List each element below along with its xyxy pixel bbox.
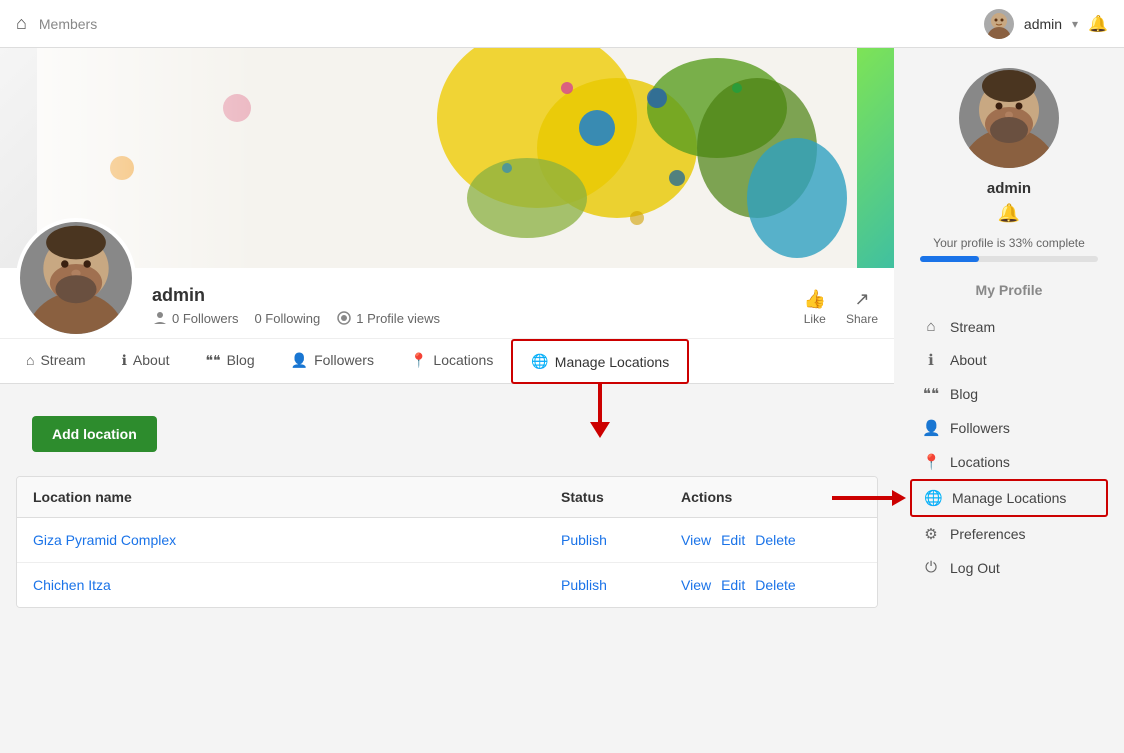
tab-about[interactable]: ℹ About bbox=[104, 339, 188, 383]
main-layout: admin 0 Followers 0 Following 1 Profile … bbox=[0, 48, 1124, 608]
members-breadcrumb: Members bbox=[39, 16, 97, 32]
cover-banner bbox=[0, 48, 894, 268]
manage-locations-tab-icon: 🌐 bbox=[531, 353, 548, 370]
view-link-2[interactable]: View bbox=[681, 577, 711, 593]
followers-nav-icon: 👤 bbox=[922, 419, 940, 437]
nav-right: admin ▾ 🔔 bbox=[984, 9, 1108, 39]
blog-nav-icon: ❝❝ bbox=[922, 385, 940, 403]
stream-nav-icon: ⌂ bbox=[922, 318, 940, 335]
like-icon: 👍 bbox=[804, 289, 826, 310]
table-header: Location name Status Actions bbox=[17, 477, 877, 518]
sidebar-item-followers[interactable]: 👤 Followers bbox=[910, 411, 1108, 445]
logout-nav-icon: ⏻ bbox=[922, 559, 940, 576]
sidebar-avatar bbox=[959, 68, 1059, 168]
tab-blog[interactable]: ❝❝ Blog bbox=[188, 339, 273, 383]
sidebar-item-about[interactable]: ℹ About bbox=[910, 343, 1108, 377]
locations-nav-icon: 📍 bbox=[922, 453, 940, 471]
followers-tab-icon: 👤 bbox=[291, 352, 308, 369]
col-status: Status bbox=[561, 489, 681, 505]
about-tab-icon: ℹ bbox=[122, 352, 127, 369]
profile-name: admin bbox=[152, 285, 772, 306]
about-nav-icon: ℹ bbox=[922, 351, 940, 369]
profile-avatar bbox=[16, 218, 136, 338]
row-actions-2: View Edit Delete bbox=[681, 577, 861, 593]
chevron-down-icon[interactable]: ▾ bbox=[1072, 17, 1078, 31]
sidebar-item-stream[interactable]: ⌂ Stream bbox=[910, 310, 1108, 343]
sidebar-manage-locations-wrapper: 🌐 Manage Locations bbox=[910, 479, 1108, 517]
locations-table: Location name Status Actions Giza Pyrami… bbox=[16, 476, 878, 608]
stream-tab-icon: ⌂ bbox=[26, 352, 34, 368]
user-avatar-small bbox=[984, 9, 1014, 39]
share-button[interactable]: ↗ Share bbox=[846, 289, 878, 326]
edit-link-1[interactable]: Edit bbox=[721, 532, 745, 548]
profile-actions: 👍 Like ↗ Share bbox=[788, 277, 894, 338]
view-link-1[interactable]: View bbox=[681, 532, 711, 548]
tab-stream[interactable]: ⌂ Stream bbox=[8, 339, 104, 383]
delete-link-2[interactable]: Delete bbox=[755, 577, 795, 593]
sidebar-item-logout[interactable]: ⏻ Log Out bbox=[910, 551, 1108, 584]
table-row: Chichen Itza Publish View Edit Delete bbox=[17, 563, 877, 607]
sidebar-bell-icon: 🔔 bbox=[910, 203, 1108, 224]
profile-tabs: ⌂ Stream ℹ About ❝❝ Blog 👤 Followers 📍 L… bbox=[0, 339, 894, 384]
location-name-2[interactable]: Chichen Itza bbox=[33, 577, 561, 593]
status-1: Publish bbox=[561, 532, 681, 548]
sidebar-item-preferences[interactable]: ⚙ Preferences bbox=[910, 517, 1108, 551]
tab-manage-locations[interactable]: 🌐 Manage Locations bbox=[511, 339, 689, 384]
share-icon: ↗ bbox=[854, 289, 869, 310]
home-icon[interactable]: ⌂ bbox=[16, 13, 27, 34]
tab-followers[interactable]: 👤 Followers bbox=[273, 339, 392, 383]
profile-meta: 0 Followers 0 Following 1 Profile views bbox=[152, 310, 772, 326]
sidebar-progress-bar bbox=[920, 256, 1098, 262]
sidebar-username: admin bbox=[910, 180, 1108, 197]
locations-tab-icon: 📍 bbox=[410, 352, 427, 369]
table-row: Giza Pyramid Complex Publish View Edit D… bbox=[17, 518, 877, 563]
blog-tab-icon: ❝❝ bbox=[206, 352, 221, 369]
sidebar: admin 🔔 Your profile is 33% complete My … bbox=[894, 48, 1124, 608]
top-navigation: ⌂ Members admin ▾ 🔔 bbox=[0, 0, 1124, 48]
status-2: Publish bbox=[561, 577, 681, 593]
admin-username: admin bbox=[1024, 16, 1062, 32]
my-profile-label: My Profile bbox=[910, 282, 1108, 298]
followers-count: 0 Followers bbox=[152, 310, 238, 326]
preferences-nav-icon: ⚙ bbox=[922, 525, 940, 543]
delete-link-1[interactable]: Delete bbox=[755, 532, 795, 548]
sidebar-progress-fill bbox=[920, 256, 979, 262]
notification-bell-icon[interactable]: 🔔 bbox=[1088, 14, 1108, 34]
profile-section: admin 0 Followers 0 Following 1 Profile … bbox=[0, 268, 894, 339]
edit-link-2[interactable]: Edit bbox=[721, 577, 745, 593]
col-location-name: Location name bbox=[33, 489, 561, 505]
tab-locations[interactable]: 📍 Locations bbox=[392, 339, 511, 383]
like-button[interactable]: 👍 Like bbox=[804, 289, 826, 326]
col-actions: Actions bbox=[681, 489, 861, 505]
add-location-button[interactable]: Add location bbox=[32, 416, 157, 452]
profile-info: admin 0 Followers 0 Following 1 Profile … bbox=[136, 273, 788, 338]
sidebar-item-manage-locations[interactable]: 🌐 Manage Locations bbox=[910, 479, 1108, 517]
row-actions-1: View Edit Delete bbox=[681, 532, 861, 548]
location-name-1[interactable]: Giza Pyramid Complex bbox=[33, 532, 561, 548]
content-area: admin 0 Followers 0 Following 1 Profile … bbox=[0, 48, 894, 608]
following-count: 0 Following bbox=[254, 311, 320, 326]
sidebar-item-blog[interactable]: ❝❝ Blog bbox=[910, 377, 1108, 411]
sidebar-item-locations[interactable]: 📍 Locations bbox=[910, 445, 1108, 479]
sidebar-progress-text: Your profile is 33% complete bbox=[910, 236, 1108, 250]
profile-views: 1 Profile views bbox=[336, 310, 440, 326]
manage-locations-nav-icon: 🌐 bbox=[924, 489, 942, 507]
